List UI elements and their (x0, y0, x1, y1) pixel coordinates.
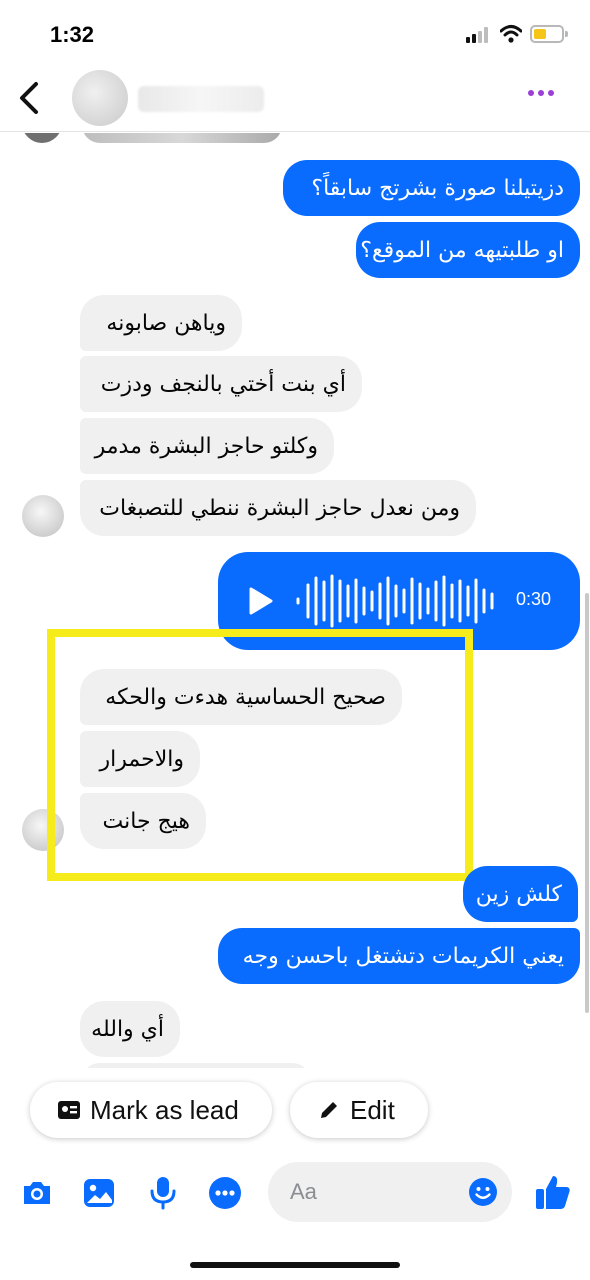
chevron-left-icon[interactable] (14, 78, 46, 118)
message-input[interactable]: Aa (268, 1162, 512, 1222)
message-composer: Aa (0, 1160, 590, 1232)
previous-avatar (22, 133, 62, 143)
pencil-icon (321, 1102, 337, 1118)
mark-as-lead-button[interactable]: Mark as lead (30, 1082, 272, 1138)
incoming-message[interactable]: ومن نعدل حاجز البشرة ننطي للتصبغات (80, 480, 476, 536)
previous-image-message[interactable] (82, 133, 282, 143)
scrollbar[interactable] (585, 593, 589, 1013)
more-dots-icon[interactable] (528, 90, 558, 100)
emoji-icon[interactable] (468, 1177, 498, 1207)
incoming-message-partial[interactable] (80, 1063, 312, 1068)
incoming-message[interactable]: أي والله (80, 1001, 180, 1057)
chat-more-icon[interactable] (208, 1176, 242, 1210)
incoming-message[interactable]: وكلتو حاجز البشرة مدمر (80, 418, 334, 474)
wifi-icon (500, 25, 522, 43)
contact-name-blurred[interactable] (138, 86, 264, 112)
incoming-message[interactable]: أي بنت أختي بالنجف ودزت (80, 356, 362, 412)
edit-button[interactable]: Edit (290, 1082, 428, 1138)
battery-icon (530, 25, 568, 43)
play-icon[interactable] (248, 586, 274, 616)
conversation-header (0, 62, 590, 132)
status-time: 1:32 (50, 22, 95, 47)
highlight-annotation-box (47, 629, 473, 881)
microphone-icon[interactable] (146, 1176, 180, 1210)
incoming-message[interactable]: وياهن صابونه (80, 295, 242, 351)
edit-label: Edit (350, 1094, 395, 1125)
message-list[interactable]: دزيتيلنا صورة بشرتج سابقاً؟ او طلبتيهه م… (0, 133, 590, 1068)
outgoing-message[interactable]: دزيتيلنا صورة بشرتج سابقاً؟ (283, 160, 580, 216)
sender-avatar[interactable] (22, 495, 64, 537)
thumbs-up-icon[interactable] (534, 1173, 572, 1211)
outgoing-message[interactable]: كلش زين (463, 866, 578, 922)
image-icon[interactable] (82, 1176, 116, 1210)
mark-as-lead-label: Mark as lead (90, 1094, 239, 1125)
audio-duration: 0:30 (516, 589, 552, 609)
lead-card-icon (58, 1101, 80, 1119)
audio-waveform[interactable] (296, 572, 496, 630)
message-input-placeholder: Aa (290, 1179, 317, 1204)
contact-avatar[interactable] (72, 70, 128, 126)
cellular-signal-icon (466, 27, 492, 43)
status-bar: 1:32 (0, 0, 590, 62)
home-indicator[interactable] (190, 1262, 400, 1268)
camera-icon[interactable] (20, 1176, 54, 1210)
outgoing-message[interactable]: يعني الكريمات دتشتغل باحسن وجه (218, 928, 580, 984)
outgoing-message[interactable]: او طلبتيهه من الموقع؟ (356, 222, 580, 278)
